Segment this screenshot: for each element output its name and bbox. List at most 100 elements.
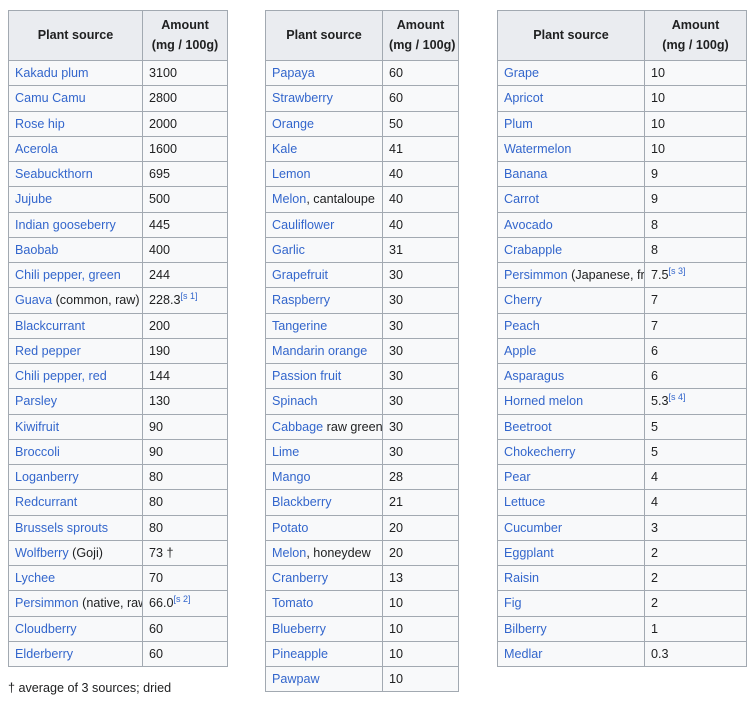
plant-source-link[interactable]: Lime [272,445,299,459]
amount-value: 2800 [149,91,178,106]
plant-source-link[interactable]: Lychee [15,571,55,585]
plant-source-link[interactable]: Blackberry [272,495,332,509]
cell-plant-source: Indian gooseberry [8,211,143,238]
plant-source-link[interactable]: Spinach [272,394,318,408]
plant-source-link[interactable]: Cherry [504,293,542,307]
plant-source-link[interactable]: Broccoli [15,445,60,459]
plant-source-link[interactable]: Mango [272,470,311,484]
plant-source-link[interactable]: Tangerine [272,319,327,333]
cell-plant-source: Passion fruit [265,363,383,390]
plant-source-link[interactable]: Guava [15,293,52,307]
plant-source-link[interactable]: Baobab [15,243,58,257]
plant-source-link[interactable]: Watermelon [504,142,571,156]
plant-source-link[interactable]: Orange [272,117,314,131]
amount-value: 695 [149,167,171,182]
plant-source-link[interactable]: Fig [504,596,522,610]
cell-plant-source: Red pepper [8,337,143,365]
table-3: Plant source Amount (mg / 100g) Grape 10 Apri… [497,9,747,668]
plant-source-link[interactable]: Persimmon [504,268,568,282]
plant-source-link[interactable]: Potato [272,521,308,535]
cell-amount: 200 [142,312,228,339]
plant-source-link[interactable]: Banana [504,167,547,181]
table-row: Lychee 70 [8,565,228,592]
amount-value: 7.5 [651,268,669,283]
plant-source-link[interactable]: Papaya [272,66,315,80]
reference-link[interactable]: [s 3] [669,266,686,276]
plant-source-link[interactable]: Pear [504,470,531,484]
amount-value: 30 [389,293,404,308]
column-header-amount: Amount (mg / 100g) [382,9,459,62]
plant-source-link[interactable]: Blackcurrant [15,319,85,333]
plant-source-link[interactable]: Medlar [504,647,543,661]
plant-source-link[interactable]: Pawpaw [272,672,320,686]
reference-link[interactable]: [s 4] [669,392,686,402]
plant-source-link[interactable]: Crabapple [504,243,562,257]
plant-source-link[interactable]: Lettuce [504,495,545,509]
plant-source-link[interactable]: Chili pepper, green [15,268,121,282]
plant-source-link[interactable]: Seabuckthorn [15,167,93,181]
column-header-amount-line1: Amount [671,18,720,32]
plant-source-link[interactable]: Kiwifruit [15,420,59,434]
reference-link[interactable]: [s 2] [174,594,191,604]
plant-source-link[interactable]: Parsley [15,394,57,408]
plant-source-link[interactable]: Bilberry [504,622,547,636]
plant-source-link[interactable]: Strawberry [272,91,333,105]
plant-source-link[interactable]: Kakadu plum [15,66,89,80]
plant-source-link[interactable]: Cranberry [272,571,328,585]
plant-source-link[interactable]: Melon [272,546,306,560]
plant-source-link[interactable]: Kale [272,142,297,156]
plant-source-link[interactable]: Pineapple [272,647,328,661]
plant-source-link[interactable]: Raisin [504,571,539,585]
plant-source-link[interactable]: Avocado [504,218,553,232]
cell-amount: 2000 [142,110,228,137]
plant-source-link[interactable]: Garlic [272,243,305,257]
plant-source-link[interactable]: Cucumber [504,521,562,535]
cell-amount: 500 [142,186,228,213]
plant-source-link[interactable]: Plum [504,117,533,131]
plant-source-link[interactable]: Apple [504,344,536,358]
table-row: Redcurrant 80 [8,489,228,516]
plant-source-link[interactable]: Cloudberry [15,622,77,636]
plant-source-link[interactable]: Cauliflower [272,218,334,232]
plant-source-link[interactable]: Horned melon [504,394,583,408]
plant-source-link[interactable]: Tomato [272,596,313,610]
plant-source-link[interactable]: Wolfberry [15,546,69,560]
table-row: Passion fruit 30 [265,363,459,390]
plant-source-link[interactable]: Persimmon [15,596,79,610]
cell-amount: 1 [644,615,747,642]
amount-value: 40 [389,192,404,207]
plant-source-link[interactable]: Brussels sprouts [15,521,108,535]
plant-source-link[interactable]: Rose hip [15,117,65,131]
plant-source-link[interactable]: Grape [504,66,539,80]
plant-source-link[interactable]: Loganberry [15,470,79,484]
plant-source-link[interactable]: Eggplant [504,546,554,560]
table-row: Plum 10 [497,110,747,137]
plant-source-link[interactable]: Melon [272,192,306,206]
plant-source-link[interactable]: Passion fruit [272,369,341,383]
plant-source-link[interactable]: Camu Camu [15,91,86,105]
plant-source-link[interactable]: Cabbage [272,420,323,434]
plant-source-link[interactable]: Elderberry [15,647,73,661]
cell-plant-source: Pear [497,464,645,491]
plant-source-link[interactable]: Chokecherry [504,445,575,459]
plant-source-link[interactable]: Grapefruit [272,268,328,282]
plant-source-link[interactable]: Redcurrant [15,495,77,509]
plant-source-link[interactable]: Blueberry [272,622,326,636]
plant-source-link[interactable]: Carrot [504,192,539,206]
cell-plant-source: Strawberry [265,85,383,112]
plant-source-link[interactable]: Jujube [15,192,52,206]
plant-source-link[interactable]: Raspberry [272,293,330,307]
plant-source-link[interactable]: Acerola [15,142,58,156]
plant-source-link[interactable]: Red pepper [15,344,81,358]
plant-source-link[interactable]: Indian gooseberry [15,218,116,232]
reference-link[interactable]: [s 1] [181,291,198,301]
plant-source-link[interactable]: Peach [504,319,540,333]
plant-source-link[interactable]: Mandarin orange [272,344,367,358]
cell-amount: 10 [644,60,747,87]
plant-source-link[interactable]: Beetroot [504,420,552,434]
plant-source-link[interactable]: Asparagus [504,369,564,383]
plant-source-link[interactable]: Lemon [272,167,311,181]
cell-plant-source: Apricot [497,85,645,112]
plant-source-link[interactable]: Chili pepper, red [15,369,107,383]
plant-source-link[interactable]: Apricot [504,91,543,105]
